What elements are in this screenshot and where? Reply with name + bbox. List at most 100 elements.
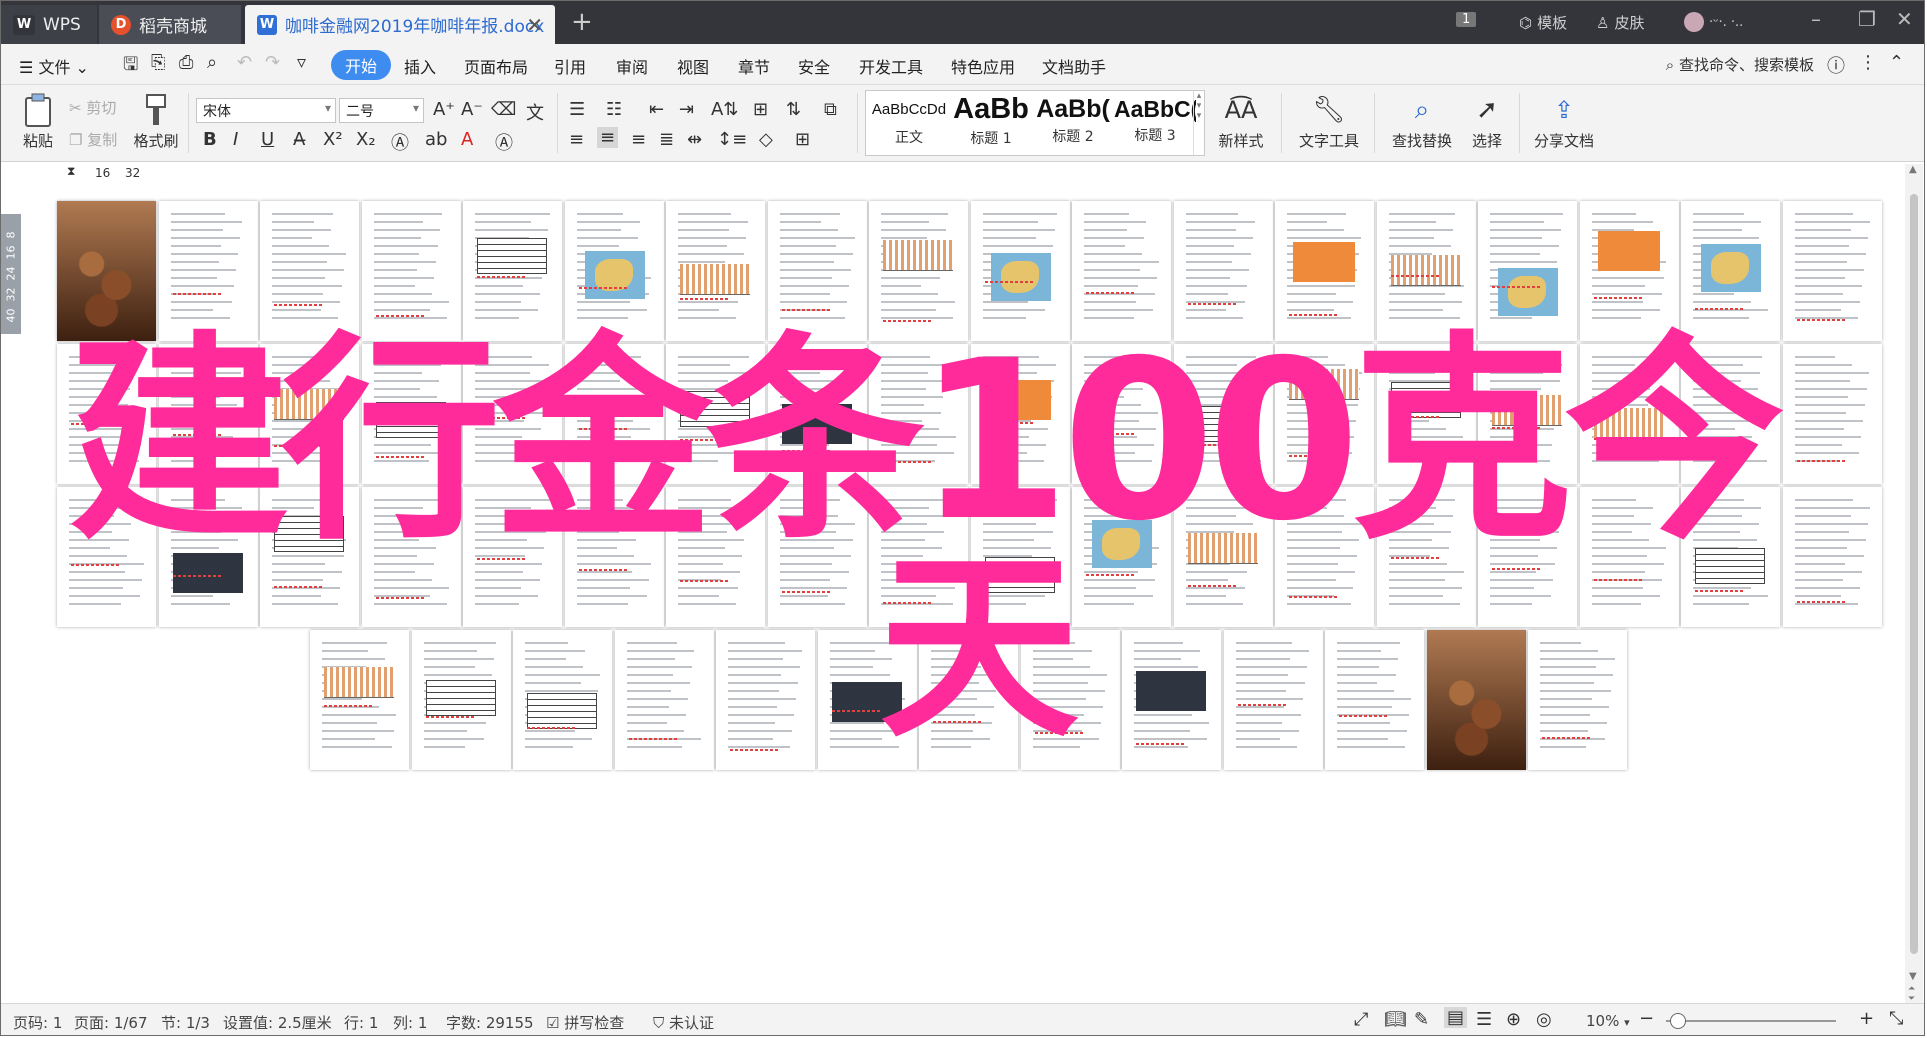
prev-page-icon[interactable]: ⏶ [1908, 984, 1915, 994]
redo-icon[interactable]: ↷ [265, 52, 280, 73]
minimize-icon[interactable]: – [1811, 7, 1821, 31]
menu-view[interactable]: 视图 [677, 54, 709, 78]
scroll-up-icon[interactable]: ▲ [1909, 164, 1917, 175]
certification-status[interactable]: ⛉ 未认证 [653, 1012, 714, 1033]
vertical-scrollbar[interactable]: ▲ ▼ ⏶ ⏷ [1905, 164, 1923, 1004]
skin-button[interactable]: ♙ 皮肤 [1596, 12, 1644, 33]
menu-doc-assistant[interactable]: 文档助手 [1042, 54, 1106, 78]
subscript-icon[interactable]: X₂ [356, 129, 376, 150]
style-normal[interactable]: AaBbCcDd 正文 [868, 93, 950, 153]
share-doc-button[interactable]: ⇪ 分享文档 [1531, 93, 1597, 151]
font-name-select[interactable]: 宋体 [196, 98, 336, 123]
page-thumbnail[interactable] [614, 630, 714, 770]
eye-protection-icon[interactable]: ◎ [1536, 1009, 1552, 1030]
highlight-icon[interactable]: ab [425, 129, 447, 150]
style-heading-2[interactable]: AaBb( 标题 2 [1032, 93, 1114, 153]
align-right-icon[interactable]: ≡ [631, 129, 646, 150]
close-window-icon[interactable]: ✕ [1896, 7, 1913, 31]
customize-icon[interactable]: ▿ [297, 52, 306, 73]
vertical-ruler[interactable]: 8 16 24 32 40 [1, 214, 21, 334]
status-word-count[interactable]: 字数: 29155 [446, 1012, 534, 1033]
style-gallery-scroll[interactable]: ▴ ▾ ▾ [1193, 91, 1204, 155]
page-thumbnail[interactable] [411, 630, 511, 770]
menu-chapter[interactable]: 章节 [738, 54, 770, 78]
chinese-layout-icon[interactable]: ⊞ [753, 99, 768, 120]
sort-icon[interactable]: ⇅ [786, 99, 801, 120]
page-thumbnail[interactable] [310, 630, 409, 770]
outline-view-icon[interactable]: ☰ [1476, 1009, 1492, 1030]
close-tab-icon[interactable]: ✕ [526, 13, 543, 37]
show-marks-icon[interactable]: ⧉ [824, 99, 837, 120]
menu-references[interactable]: 引用 [554, 54, 586, 78]
text-tools-button[interactable]: 🔧︎ 文字工具 [1293, 93, 1365, 151]
file-menu[interactable]: ☰ 文件 ⌄ [19, 54, 89, 78]
phonetic-guide-icon[interactable]: 文 [526, 99, 544, 125]
pen-icon[interactable]: ✎ [1414, 1009, 1429, 1030]
status-column[interactable]: 列: 1 [393, 1012, 427, 1033]
print-preview-icon[interactable]: ⌕ [207, 52, 217, 73]
clear-format-icon[interactable]: ⌫ [491, 99, 516, 120]
status-page[interactable]: 页面: 1/67 [74, 1012, 148, 1033]
format-painter-button[interactable]: 格式刷 [131, 93, 181, 151]
zoom-slider-track[interactable] [1666, 1020, 1836, 1022]
save-icon[interactable]: 🖫 [123, 52, 138, 82]
menu-insert[interactable]: 插入 [404, 54, 436, 78]
underline-icon[interactable]: U [261, 129, 274, 150]
page-thumbnail[interactable] [1122, 630, 1221, 770]
page-thumbnail[interactable] [1223, 630, 1323, 770]
style-heading-1[interactable]: AaBb 标题 1 [950, 93, 1032, 153]
zoom-level[interactable]: 10% ▾ [1586, 1012, 1630, 1030]
fullscreen-icon[interactable]: ⤢ [1354, 1009, 1368, 1030]
scroll-thumb[interactable] [1910, 194, 1918, 954]
page-thumbnail[interactable] [513, 630, 612, 770]
user-account[interactable]: ·ᵕ·. ·.. [1684, 12, 1743, 32]
font-size-select[interactable]: 二号 [339, 98, 424, 123]
status-section[interactable]: 节: 1/3 [161, 1012, 210, 1033]
grow-font-icon[interactable]: A⁺ [433, 99, 455, 120]
italic-icon[interactable]: I [233, 129, 238, 150]
cut-button[interactable]: ✂ 剪切 [69, 97, 116, 118]
numbered-list-icon[interactable]: ☷ [606, 99, 622, 120]
align-left-icon[interactable]: ≡ [569, 129, 584, 150]
export-pdf-icon[interactable]: ⎘ [151, 52, 165, 73]
print-icon[interactable]: ⎙ [179, 52, 193, 73]
spell-check-button[interactable]: ☑ 拼写检查 [546, 1012, 624, 1033]
new-style-button[interactable]: A͡A 新样式 [1213, 93, 1269, 151]
zoom-slider-handle[interactable] [1670, 1013, 1686, 1029]
new-tab-button[interactable]: + [571, 7, 593, 37]
menu-page-layout[interactable]: 页面布局 [464, 54, 528, 78]
justify-icon[interactable]: ≣ [659, 129, 674, 150]
restore-icon[interactable]: ❐ [1858, 7, 1876, 31]
page-thumbnail[interactable] [1528, 630, 1627, 770]
text-direction-icon[interactable]: A⇅ [711, 99, 738, 120]
fit-page-icon[interactable]: ⤡ [1889, 1008, 1903, 1029]
style-heading-3[interactable]: AaBbC( 标题 3 [1114, 93, 1196, 153]
status-setting[interactable]: 设置值: 2.5厘米 [223, 1012, 332, 1033]
tab-wps[interactable]: W WPS [1, 5, 97, 44]
zoom-in-icon[interactable]: + [1859, 1008, 1874, 1029]
more-icon[interactable]: ⋮ [1859, 52, 1877, 73]
menu-review[interactable]: 审阅 [616, 54, 648, 78]
decrease-indent-icon[interactable]: ⇤ [649, 99, 664, 120]
borders-icon[interactable]: ⊞ [795, 129, 810, 150]
paste-button[interactable]: 粘贴 [15, 93, 61, 151]
page-thumbnail[interactable] [716, 630, 815, 770]
text-effect-icon[interactable]: Ⓐ [391, 129, 409, 155]
font-color-icon[interactable]: A [461, 129, 473, 150]
copy-button[interactable]: ❐ 复制 [69, 129, 117, 150]
page-thumbnail[interactable] [1782, 487, 1882, 627]
align-center-icon[interactable]: ≡ [597, 127, 619, 148]
page-thumbnail[interactable] [1426, 630, 1526, 770]
distribute-icon[interactable]: ⇹ [687, 129, 702, 150]
scroll-down-icon[interactable]: ▼ [1909, 971, 1917, 982]
undo-icon[interactable]: ↶ [237, 52, 252, 73]
reading-mode-icon[interactable]: 📖︎ [1384, 1009, 1407, 1030]
menu-developer[interactable]: 开发工具 [859, 54, 923, 78]
tab-document[interactable]: W 咖啡金融网2019年咖啡年报.docx ✕ [245, 5, 555, 44]
status-row[interactable]: 行: 1 [344, 1012, 378, 1033]
page-thumbnail[interactable] [1782, 344, 1882, 484]
shrink-font-icon[interactable]: A⁻ [461, 99, 483, 120]
page-thumbnail[interactable] [1325, 630, 1424, 770]
web-view-icon[interactable]: ⊕ [1506, 1009, 1521, 1030]
page-thumbnail[interactable] [1782, 201, 1882, 341]
